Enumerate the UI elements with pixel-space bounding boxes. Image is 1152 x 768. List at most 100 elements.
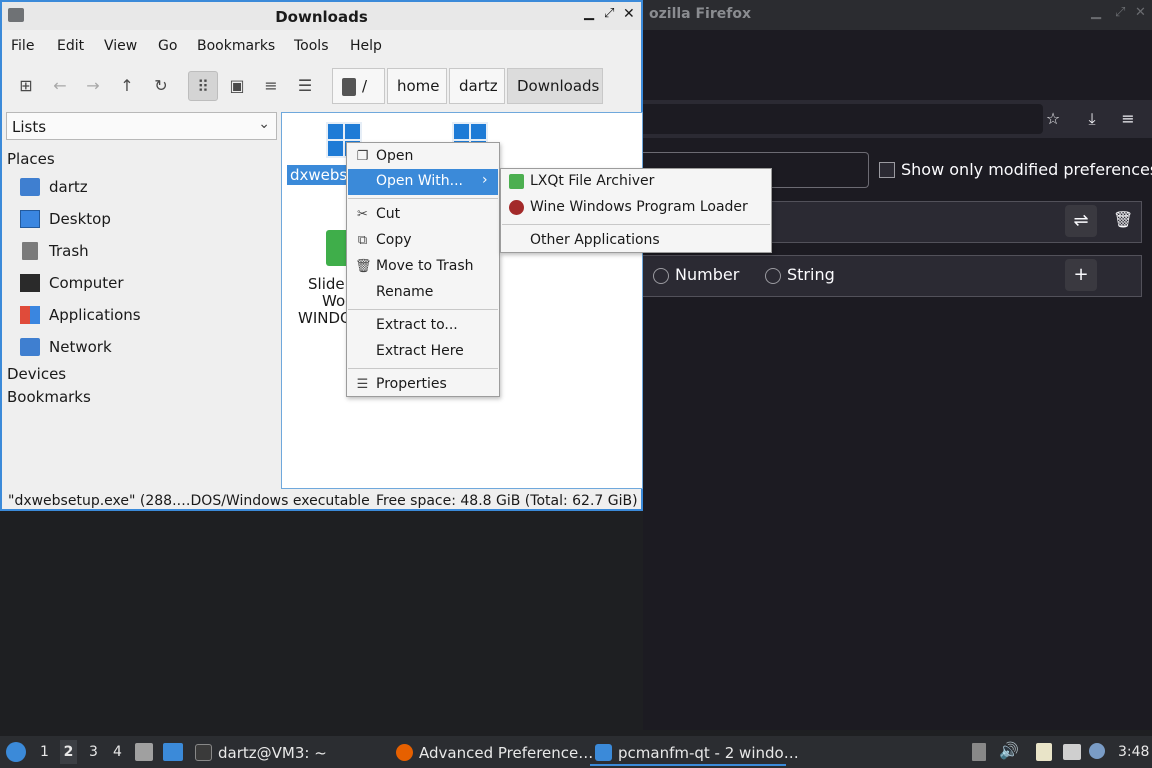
toggle-icon[interactable]: ⇌: [1065, 205, 1097, 237]
menu-item-move-to-trash[interactable]: 🗑 Move to Trash: [348, 254, 498, 280]
task-pcmanfm[interactable]: pcmanfm-qt - 2 windo…: [590, 738, 799, 766]
breadcrumb-dartz[interactable]: dartz: [449, 68, 505, 104]
menu-edit[interactable]: Edit: [57, 38, 84, 54]
maximize-icon[interactable]: ⤢: [1115, 5, 1125, 20]
submenu-item-wine[interactable]: Wine Windows Program Loader: [502, 195, 770, 221]
submenu-item-lxqt-archiver[interactable]: LXQt File Archiver: [502, 169, 770, 195]
notes-icon[interactable]: [1036, 743, 1052, 761]
close-icon[interactable]: ✕: [1135, 5, 1146, 20]
reload-icon[interactable]: ↻: [146, 71, 176, 101]
devices-header[interactable]: Devices: [7, 365, 66, 383]
volume-icon[interactable]: 🔊: [999, 741, 1019, 760]
new-preference-row: Number String +: [643, 255, 1142, 297]
firefox-url-bar[interactable]: [643, 104, 1043, 134]
places-header: Places: [7, 150, 55, 168]
add-icon[interactable]: +: [1065, 259, 1097, 291]
folder-icon: [595, 744, 612, 761]
compact-view-icon[interactable]: ≡: [256, 71, 286, 101]
forward-icon[interactable]: →: [78, 71, 108, 101]
submenu-item-other-applications[interactable]: Other Applications: [502, 228, 770, 254]
menu-icon[interactable]: ≡: [1115, 106, 1141, 132]
menu-help[interactable]: Help: [350, 38, 382, 54]
icon-view-icon[interactable]: ⠿: [188, 71, 218, 101]
show-modified-label: Show only modified preferences: [901, 160, 1152, 179]
menu-item-extract-to[interactable]: Extract to...: [348, 313, 498, 339]
menu-go[interactable]: Go: [158, 38, 177, 54]
side-pane-select[interactable]: Lists ⌄: [6, 112, 277, 140]
radio-number[interactable]: [653, 268, 669, 284]
menu-item-label: Open With...: [376, 173, 463, 189]
menu-item-open-with[interactable]: Open With... ›: [348, 169, 498, 195]
menu-item-label: Properties: [376, 376, 447, 392]
file-label-selected[interactable]: dxwebse: [287, 165, 354, 185]
fm-toolbar: ⊞ ← → ↑ ↻ ⠿ ▣ ≡ ☰ / home dartz Downloads: [2, 64, 641, 108]
menu-view[interactable]: View: [104, 38, 137, 54]
detailed-view-icon[interactable]: ☰: [290, 71, 320, 101]
start-menu-icon[interactable]: [6, 742, 26, 762]
up-icon[interactable]: ↑: [112, 71, 142, 101]
menu-separator: [502, 224, 770, 225]
firefox-window-title: ozilla Firefox: [649, 6, 751, 22]
maximize-icon[interactable]: ⤢: [604, 6, 614, 21]
radio-string[interactable]: [765, 268, 781, 284]
desktop-1[interactable]: 1: [40, 744, 49, 760]
wine-icon: [509, 200, 524, 215]
submenu-item-label: Wine Windows Program Loader: [530, 199, 748, 215]
breadcrumb-root[interactable]: /: [332, 68, 385, 104]
show-modified-checkbox[interactable]: [879, 162, 895, 178]
clock[interactable]: 3:48: [1118, 744, 1149, 760]
star-icon[interactable]: ☆: [1040, 106, 1066, 132]
back-icon[interactable]: ←: [45, 71, 75, 101]
menu-item-properties[interactable]: ☰ Properties: [348, 372, 498, 398]
new-tab-icon[interactable]: ⊞: [11, 71, 41, 101]
menu-separator: [348, 368, 498, 369]
copy-icon: ⧉: [357, 233, 368, 248]
context-menu: ❐ Open Open With... › ✂ Cut ⧉ Copy 🗑 Mov…: [346, 142, 500, 397]
drive-icon: [342, 77, 356, 96]
menu-item-rename[interactable]: Rename: [348, 280, 498, 306]
show-desktop-icon[interactable]: [163, 743, 183, 761]
taskbar: 1 2 3 4 dartz@VM3: ~ Advanced Preference…: [0, 736, 1152, 768]
menu-separator: [348, 198, 498, 199]
sidebar-item-label: dartz: [49, 178, 88, 196]
minimize-icon[interactable]: ▁: [1091, 5, 1101, 20]
bookmarks-header[interactable]: Bookmarks: [7, 388, 91, 406]
trash-icon: 🗑: [355, 259, 372, 274]
menu-tools[interactable]: Tools: [294, 38, 329, 54]
close-icon[interactable]: ✕: [623, 6, 635, 22]
minimize-icon[interactable]: ▁: [584, 6, 594, 21]
delete-icon[interactable]: 🗑: [1113, 210, 1133, 229]
task-label: dartz@VM3: ~: [218, 744, 327, 762]
menu-separator: [348, 309, 498, 310]
sidebar-item-label: Computer: [49, 274, 124, 292]
sidebar-item-label: Trash: [49, 242, 89, 260]
desktop-3[interactable]: 3: [89, 744, 98, 760]
desktop-4[interactable]: 4: [113, 744, 122, 760]
task-terminal[interactable]: dartz@VM3: ~: [190, 738, 386, 766]
thumbnail-view-icon[interactable]: ▣: [222, 71, 252, 101]
applications-icon: [20, 306, 40, 324]
properties-icon: ☰: [356, 377, 369, 392]
network-status-icon[interactable]: [1063, 744, 1081, 760]
side-pane-select-value: Lists: [12, 118, 47, 136]
radio-number-label: Number: [675, 265, 740, 284]
menu-bar: File Edit View Go Bookmarks Tools Help: [2, 32, 641, 60]
breadcrumb-downloads[interactable]: Downloads: [507, 68, 603, 104]
menu-file[interactable]: File: [11, 38, 34, 54]
menu-item-extract-here[interactable]: Extract Here: [348, 339, 498, 365]
download-icon[interactable]: ⤓: [1079, 106, 1105, 132]
desktop-2[interactable]: 2: [60, 740, 77, 764]
sidebar-item-label: Network: [49, 338, 112, 356]
menu-bookmarks[interactable]: Bookmarks: [197, 38, 275, 54]
menu-item-copy[interactable]: ⧉ Copy: [348, 228, 498, 254]
sidebar-item-label: Applications: [49, 306, 141, 324]
task-firefox[interactable]: Advanced Preference…: [391, 738, 593, 766]
breadcrumb-home[interactable]: home: [387, 68, 447, 104]
status-free-space: Free space: 48.8 GiB (Total: 62.7 GiB): [376, 493, 638, 509]
update-notifier-icon[interactable]: [1089, 743, 1105, 759]
menu-item-cut[interactable]: ✂ Cut: [348, 202, 498, 228]
firefox-titlebar: ozilla Firefox ▁ ⤢ ✕: [643, 0, 1152, 30]
file-manager-launcher-icon[interactable]: [135, 743, 153, 761]
clipboard-icon[interactable]: [972, 743, 986, 761]
menu-item-open[interactable]: ❐ Open: [348, 144, 498, 170]
